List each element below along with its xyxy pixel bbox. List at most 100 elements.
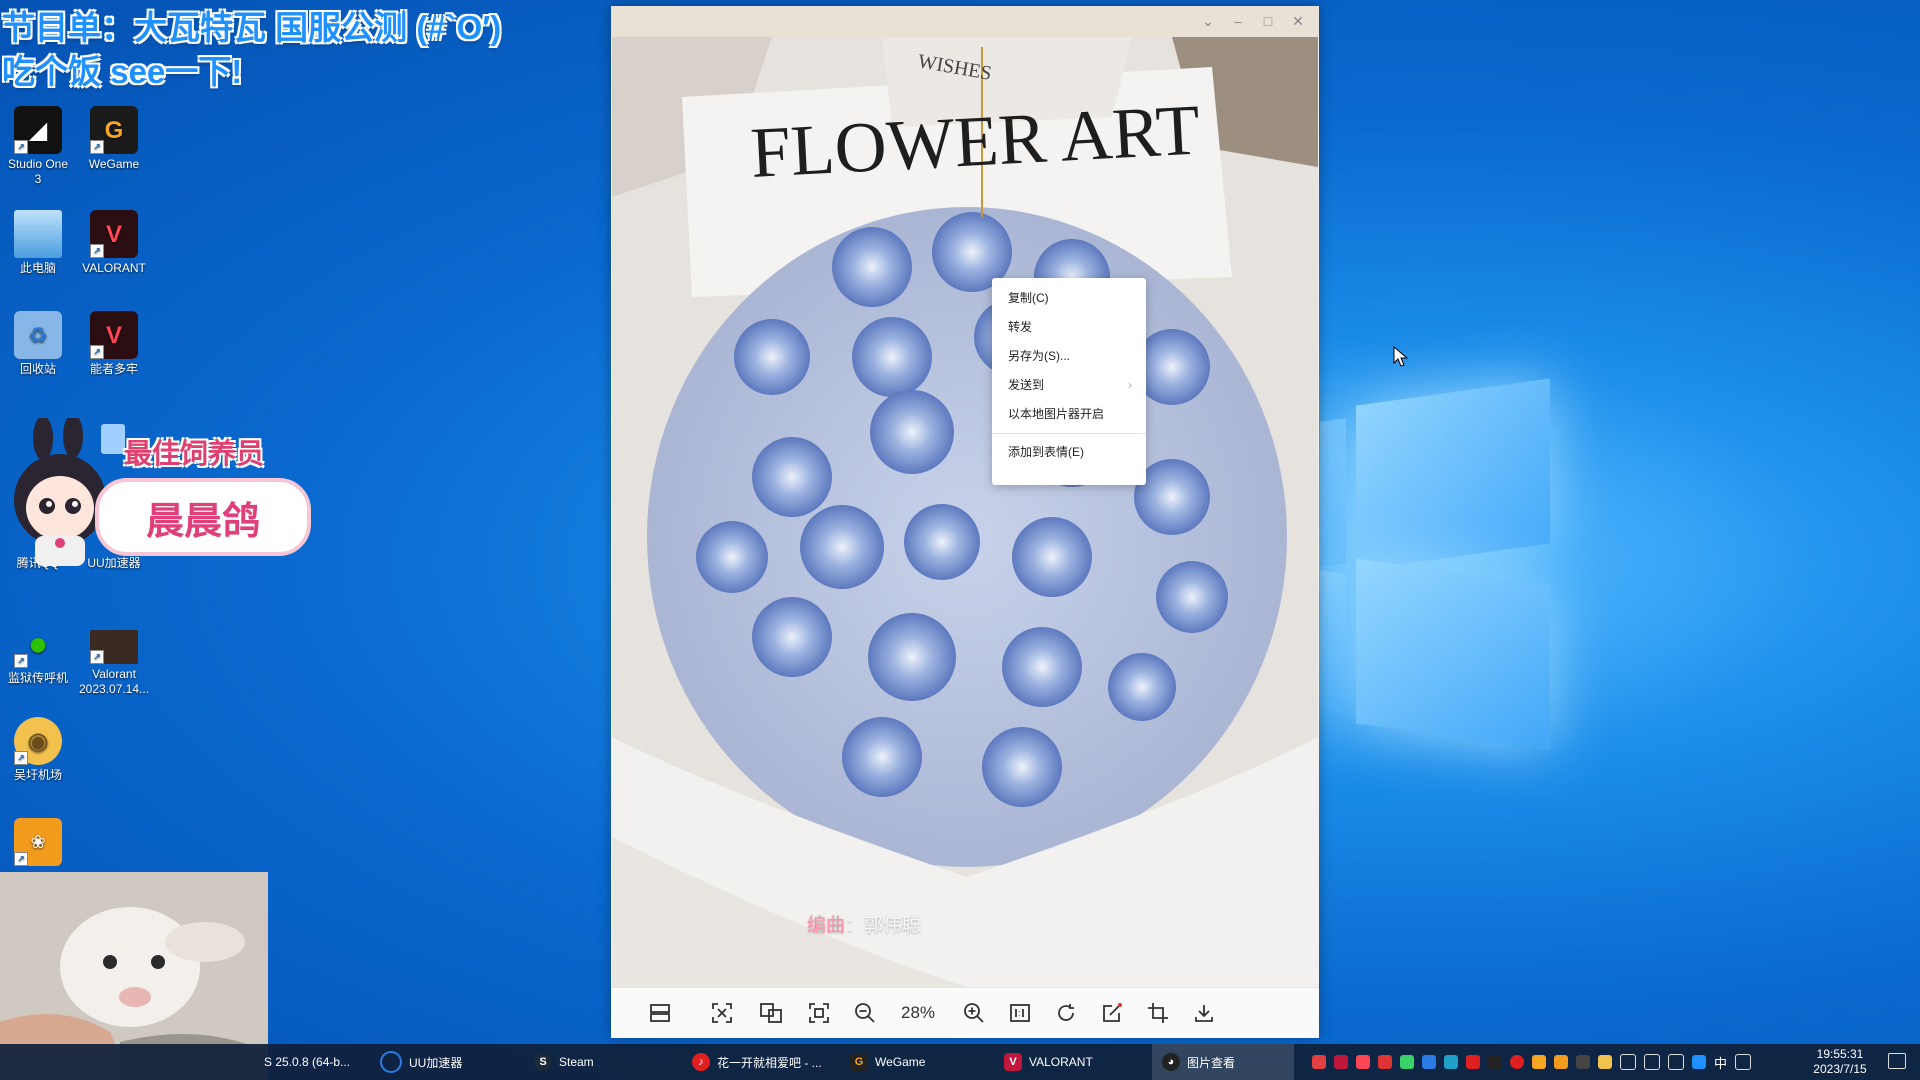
menu-item-label: 转发 (1008, 320, 1033, 334)
ime-indicator[interactable]: 中 (1714, 1053, 1727, 1072)
menu-item-send-to[interactable]: 发送到 › (992, 371, 1146, 400)
wegame-icon: G ↗ (90, 106, 138, 154)
uu-accelerator-icon (380, 1051, 402, 1073)
taskbar-app-image-viewer[interactable]: ◕ 图片查看 (1152, 1044, 1294, 1080)
close-button[interactable]: ✕ (1283, 6, 1313, 37)
keyboard-icon[interactable] (1735, 1054, 1752, 1070)
menu-separator (992, 433, 1146, 434)
desktop-icon-label: 吴圩机场 (13, 768, 62, 782)
taskbar-app-wegame[interactable]: G WeGame (850, 1044, 990, 1080)
clock-date: 2023/7/15 (1813, 1062, 1867, 1076)
stream-overlay-title: 节目单：大瓦特瓦 国服公测 (#`O′) 吃个饭 see一下! (2, 6, 501, 94)
crop-icon (1148, 1003, 1168, 1023)
menu-item-forward[interactable]: 转发 (992, 313, 1146, 342)
tray-app-icon[interactable] (1312, 1055, 1326, 1069)
tray-app-icon[interactable] (1576, 1055, 1590, 1069)
watermark-name: ：郭伟聪 (845, 915, 922, 936)
studio-one-icon: ◢ ↗ (14, 106, 62, 154)
volume-icon[interactable] (1668, 1054, 1684, 1070)
network-icon[interactable] (1644, 1054, 1660, 1070)
steam-icon[interactable] (1692, 1055, 1706, 1069)
netease-music-icon[interactable] (1510, 1055, 1524, 1069)
rotate-button[interactable] (1053, 988, 1079, 1038)
folder-icon (101, 424, 125, 454)
tray-app-icon[interactable] (1444, 1055, 1458, 1069)
tray-app-icon[interactable] (1466, 1055, 1480, 1069)
edit-button[interactable] (1099, 988, 1125, 1038)
valorant-icon[interactable] (1356, 1055, 1370, 1069)
viewer-titlebar[interactable]: ⌄ – □ ✕ (611, 6, 1319, 37)
context-menu[interactable]: 复制(C) 转发 另存为(S)... 发送到 › 以本地图片器开启 添加到表情(E… (992, 278, 1146, 485)
wegame-icon[interactable] (1532, 1055, 1546, 1069)
maximize-button[interactable]: □ (1253, 6, 1283, 37)
taskbar-app-label: Steam (559, 1055, 594, 1069)
fit-screen-icon (712, 1003, 732, 1023)
notification-icon[interactable] (1888, 1053, 1906, 1069)
menu-item-open-local[interactable]: 以本地图片器开启 (992, 400, 1146, 429)
desktop-icon-app[interactable]: ❀ ↗ (3, 818, 73, 869)
layout-button[interactable] (647, 988, 673, 1038)
windows-logo (1320, 378, 1550, 751)
translate-button[interactable] (758, 988, 784, 1038)
desktop-icon-wechat[interactable]: ● ↗ 监狱传呼机 (3, 620, 73, 686)
pin-dropdown-button[interactable]: ⌄ (1193, 6, 1223, 37)
fullscreen-icon (809, 1003, 829, 1023)
desktop-icon-label: WeGame (88, 157, 140, 171)
desktop-icon-studio-one[interactable]: ◢ ↗ Studio One 3 (3, 106, 73, 187)
menu-item-label: 以本地图片器开启 (1008, 407, 1105, 421)
desktop-icon-video-file[interactable]: ↗ Valorant 2023.07.14... (79, 630, 149, 697)
tray-app-icon[interactable] (1400, 1055, 1414, 1069)
tray-app-icon[interactable] (1378, 1055, 1392, 1069)
tray-app-icon[interactable] (1554, 1055, 1568, 1069)
taskbar-app-valorant[interactable]: V VALORANT (1004, 1044, 1144, 1080)
actual-size-button[interactable] (1007, 988, 1033, 1038)
menu-item-add-sticker[interactable]: 添加到表情(E) (992, 438, 1146, 467)
tray-app-icon[interactable] (1422, 1055, 1436, 1069)
fullscreen-button[interactable] (806, 988, 832, 1038)
system-tray: 中 (1312, 1044, 1752, 1080)
taskbar-app-steam[interactable]: S Steam (534, 1044, 684, 1080)
taskbar: S 25.0.8 (64-b... UU加速器 S Steam ♪ 花一开就相爱… (0, 1044, 1920, 1080)
zoom-in-button[interactable] (961, 988, 987, 1038)
taskbar-app-obs[interactable]: S 25.0.8 (64-b... (264, 1044, 364, 1080)
sticker-name: 晨晨鸽 (145, 500, 260, 543)
desktop-icon-raccoon-app[interactable]: ◉ ↗ 吴圩机场 (3, 717, 73, 783)
download-icon (1195, 1005, 1213, 1022)
zoom-out-button[interactable] (852, 988, 878, 1038)
tray-app-icon[interactable] (1334, 1055, 1348, 1069)
taskbar-app-label: 花一开就相爱吧 - ... (717, 1055, 822, 1070)
taskbar-app-uu[interactable]: UU加速器 (380, 1044, 530, 1080)
tray-app-icon[interactable] (1598, 1055, 1612, 1069)
desktop-icon-recycle-bin[interactable]: ♻ 回收站 (3, 311, 73, 377)
menu-item-save-as[interactable]: 另存为(S)... (992, 342, 1146, 371)
download-button[interactable] (1191, 988, 1217, 1038)
desktop-icon-valorant[interactable]: V ↗ VALORANT (79, 210, 149, 276)
taskbar-app-label: WeGame (875, 1055, 926, 1069)
computer-icon (14, 210, 62, 258)
fit-screen-button[interactable] (709, 988, 735, 1038)
menu-item-copy[interactable]: 复制(C) (992, 284, 1146, 313)
app-icon: ❀ ↗ (14, 818, 62, 866)
minimize-button[interactable]: – (1223, 6, 1253, 37)
mouse-cursor-icon (1393, 346, 1409, 367)
overlay-line-1: 节目单：大瓦特瓦 国服公测 (#`O′) (2, 9, 502, 46)
layout-icon (650, 1004, 670, 1022)
desktop-icon-this-pc[interactable]: 此电脑 (3, 210, 73, 276)
taskbar-app-netease-music[interactable]: ♪ 花一开就相爱吧 - ... (692, 1044, 842, 1080)
zoom-in-icon (964, 1003, 984, 1023)
sticker-title: 最佳饲养员 (124, 438, 265, 469)
netease-music-icon: ♪ (692, 1053, 710, 1071)
taskbar-clock[interactable]: 19:55:31 2023/7/15 (1800, 1047, 1880, 1077)
desktop-icon-valorant-2[interactable]: V ↗ 能者多牢 (79, 311, 149, 377)
desktop-icon-label: 此电脑 (19, 261, 56, 275)
flower-bouquet-photo[interactable]: FLOWER ART WISHES 编曲：郭伟聪 复制(C) 转发 另存为(S)… (612, 37, 1318, 987)
microphone-icon[interactable] (1620, 1054, 1636, 1070)
edit-icon (1103, 1003, 1122, 1022)
close-icon: ✕ (1292, 13, 1304, 29)
desktop-icon-label: 监狱传呼机 (7, 671, 68, 685)
image-viewer-window[interactable]: ⌄ – □ ✕ FLOWER ART WISHES 编曲：郭伟聪 复制(C) 转… (611, 6, 1319, 1038)
crop-button[interactable] (1145, 988, 1171, 1038)
desktop-icon-wegame[interactable]: G ↗ WeGame (79, 106, 149, 172)
viewer-toolbar: 28% (611, 987, 1319, 1038)
qq-icon[interactable] (1488, 1055, 1502, 1069)
